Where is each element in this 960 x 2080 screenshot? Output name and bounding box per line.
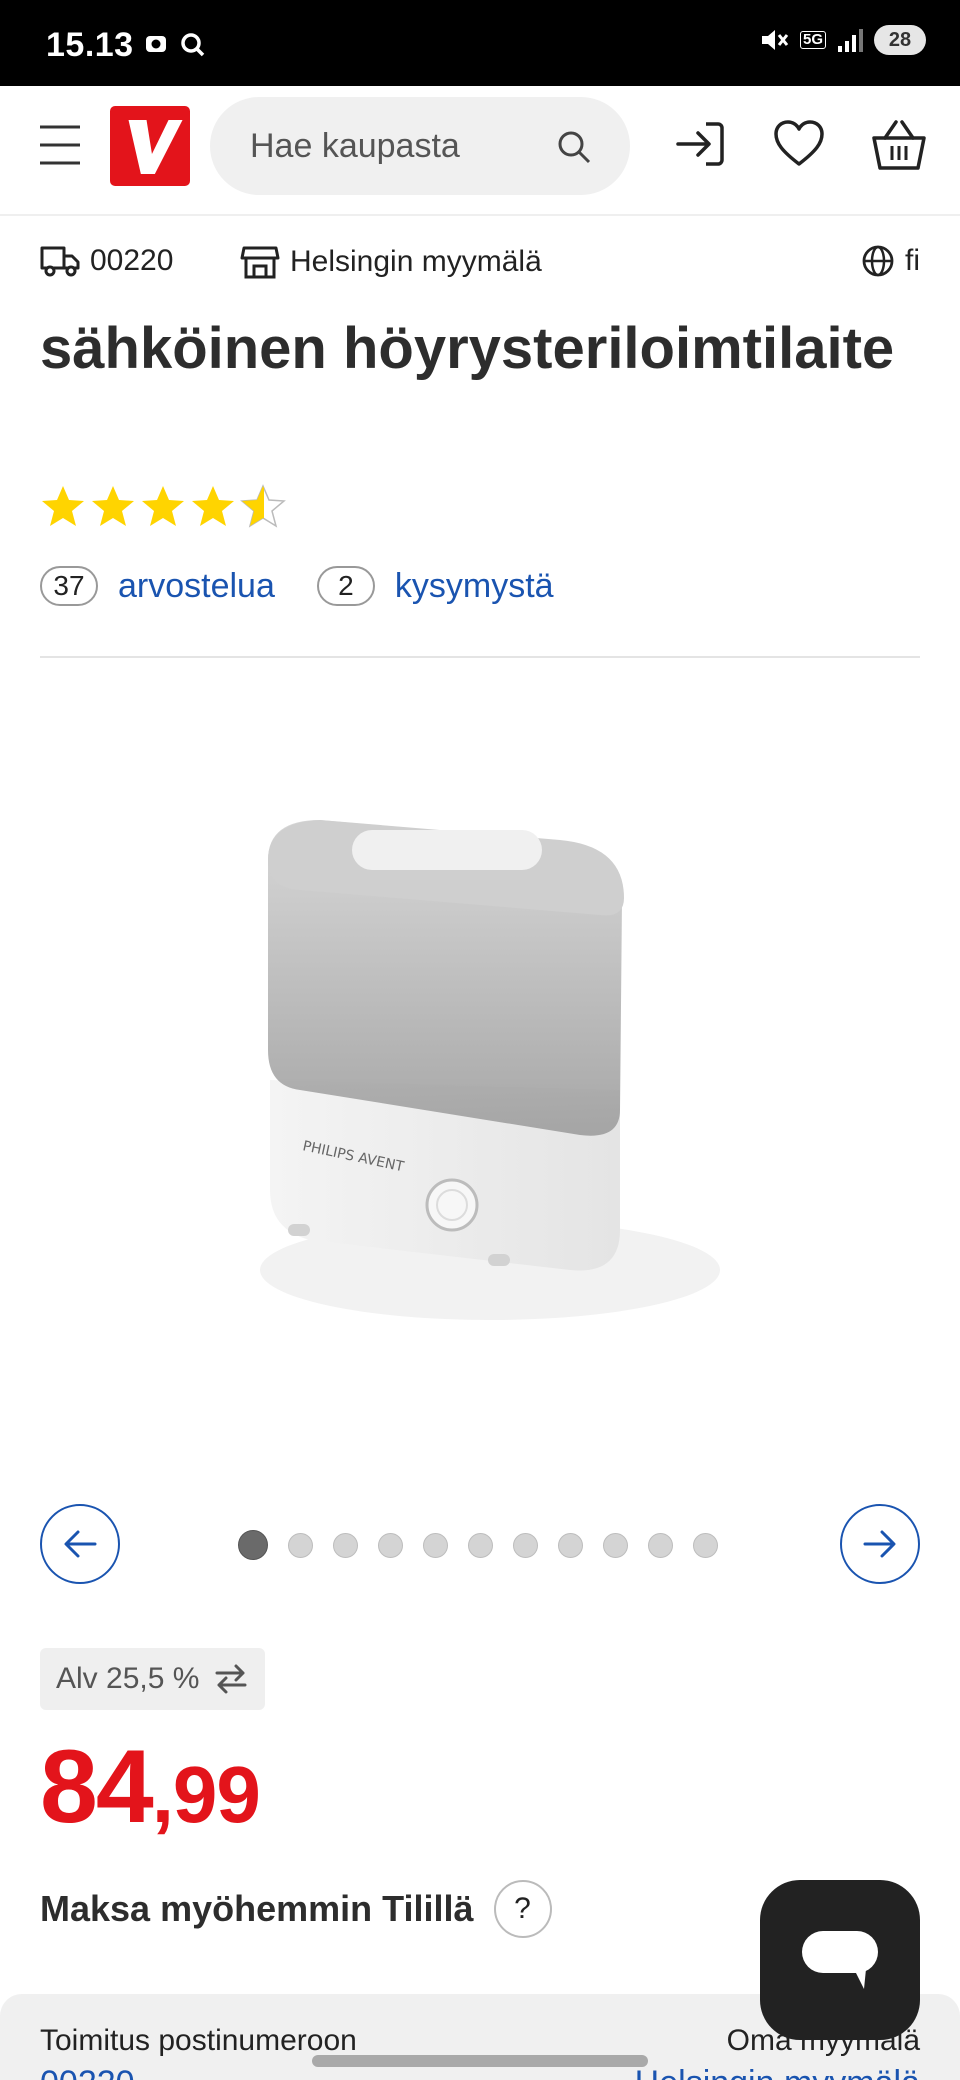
star-half-icon: [240, 484, 286, 528]
carousel-dots: [238, 1530, 718, 1560]
delivery-postal-selector[interactable]: 00220: [40, 244, 173, 278]
pay-later-help-button[interactable]: ?: [493, 1880, 552, 1938]
store-name: Helsingin myymälä: [290, 245, 542, 278]
search-icon[interactable]: [556, 129, 592, 165]
status-bar: 15.13 5G 28: [0, 0, 960, 86]
chat-bubble-icon: [802, 1931, 878, 1989]
delivery-truck-icon: [40, 246, 80, 277]
language-code: fi: [905, 244, 920, 277]
status-app-icons: [144, 32, 206, 58]
carousel-next-button[interactable]: [840, 1504, 920, 1584]
search-bar[interactable]: Hae kaupasta: [210, 97, 630, 195]
carousel-dot[interactable]: [333, 1532, 358, 1558]
own-store-link[interactable]: Helsingin myymälä: [635, 2064, 920, 2080]
pay-later-row: Maksa myöhemmin Tilillä ?: [40, 1880, 552, 1938]
network-type: 5G: [799, 31, 826, 49]
camera-notification-icon: [146, 36, 166, 52]
logo-icon: [128, 120, 183, 174]
carousel-dot[interactable]: [513, 1532, 538, 1558]
store-logo[interactable]: [110, 106, 190, 186]
chat-button[interactable]: [760, 1880, 920, 2040]
carousel-dot[interactable]: [468, 1532, 493, 1558]
mute-icon: [761, 30, 789, 50]
login-icon[interactable]: [674, 118, 726, 170]
reviews-count-badge: 37: [40, 566, 98, 606]
pay-later-label: Maksa myöhemmin Tilillä: [40, 1888, 474, 1929]
star-icon: [92, 486, 134, 526]
carousel-dot[interactable]: [693, 1532, 718, 1558]
globe-icon: [862, 245, 894, 277]
status-time: 15.13: [46, 26, 134, 64]
star-icon: [142, 486, 184, 526]
questions-count-badge: 2: [316, 566, 375, 606]
carousel-dot[interactable]: [378, 1532, 403, 1558]
vat-toggle[interactable]: Alv 25,5 %: [40, 1648, 266, 1710]
status-indicators: 5G 28: [758, 24, 926, 56]
site-header: Hae kaupasta: [0, 86, 960, 216]
carousel-dot[interactable]: [558, 1532, 583, 1558]
price-decimal: ,99: [151, 1750, 261, 1839]
questions-link[interactable]: kysymystä: [395, 567, 554, 606]
reviews-link[interactable]: arvostelua: [118, 567, 275, 606]
postal-code: 00220: [90, 244, 174, 277]
location-row: 00220 Helsingin myymälä fi: [0, 240, 960, 290]
arrow-left-icon: [64, 1530, 97, 1558]
star-icon: [42, 486, 84, 526]
store-selector[interactable]: Helsingin myymälä: [240, 244, 542, 280]
battery-indicator: 28: [874, 25, 926, 55]
menu-icon[interactable]: [38, 122, 82, 168]
wishlist-heart-icon[interactable]: [772, 118, 826, 170]
product-price: 84 ,99: [40, 1728, 261, 1847]
product-title: sähköinen höyrysteriloimtilaite: [40, 316, 895, 381]
carousel-dot[interactable]: [648, 1532, 673, 1558]
shipping-postal-link[interactable]: 00220: [40, 2064, 135, 2080]
rating-stars[interactable]: [40, 484, 286, 528]
carousel-dot[interactable]: [603, 1532, 628, 1558]
product-image[interactable]: PHILIPS AVENT: [240, 790, 720, 1380]
swap-icon: [215, 1664, 247, 1694]
vat-label: Alv 25,5 %: [56, 1662, 200, 1695]
arrow-right-icon: [863, 1530, 896, 1558]
store-icon: [240, 246, 280, 279]
carousel-prev-button[interactable]: [40, 1504, 120, 1584]
reviews-questions-row: 37 arvostelua 2 kysymystä: [40, 566, 554, 606]
price-integer: 84: [40, 1729, 154, 1845]
language-selector[interactable]: fi: [861, 244, 920, 278]
shipping-label: Toimitus postinumeroon: [40, 2024, 357, 2057]
section-divider: [40, 656, 920, 658]
search-notification-icon: [181, 33, 205, 57]
home-indicator[interactable]: [312, 2055, 648, 2067]
star-icon: [192, 486, 234, 526]
shopping-basket-icon[interactable]: [870, 118, 928, 172]
carousel-dot[interactable]: [423, 1532, 448, 1558]
carousel-dot[interactable]: [288, 1532, 313, 1558]
search-input[interactable]: Hae kaupasta: [250, 127, 460, 166]
signal-icon: [838, 29, 863, 52]
carousel-dot[interactable]: [238, 1530, 268, 1560]
